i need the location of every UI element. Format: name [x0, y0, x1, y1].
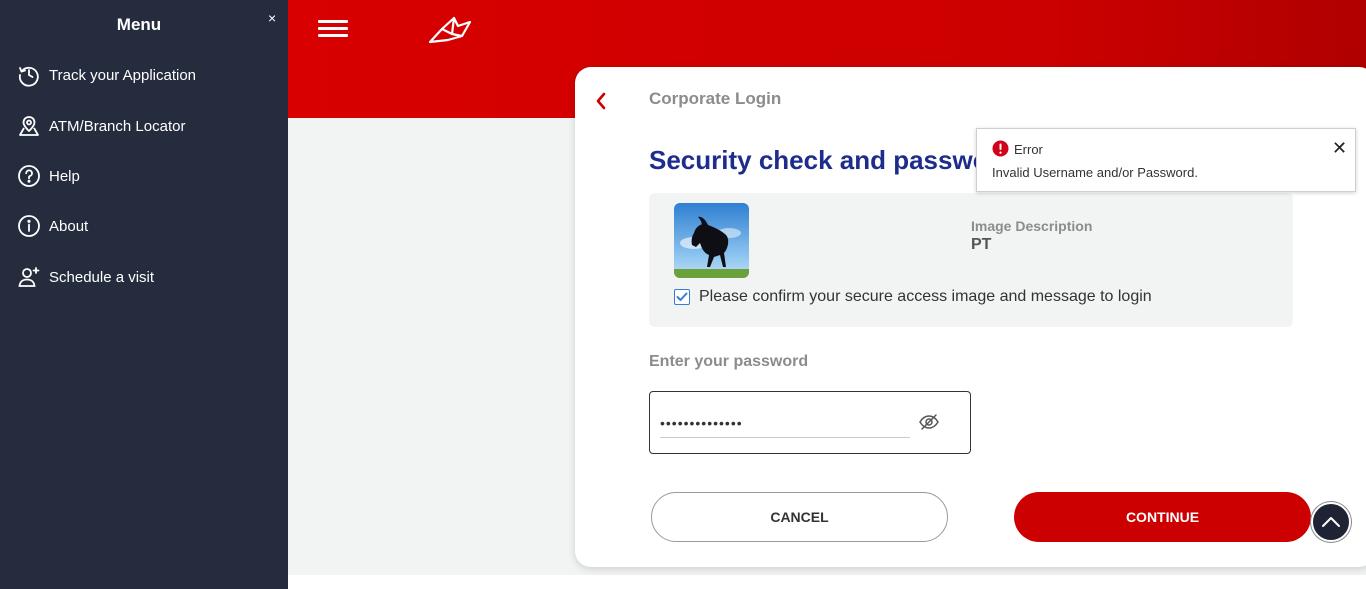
- secure-access-panel: Image Description PT Please confirm your…: [649, 193, 1293, 327]
- sidebar-item-about[interactable]: About: [17, 213, 88, 239]
- sidebar-title: Menu: [116, 15, 162, 34]
- confirm-image-checkbox[interactable]: [674, 289, 690, 305]
- password-field-container: [649, 391, 971, 454]
- sidebar-menu: Menu × Track your Application ATM/Branch…: [0, 0, 288, 589]
- toast-message: Invalid Username and/or Password.: [992, 165, 1198, 180]
- back-chevron-icon[interactable]: [593, 91, 609, 111]
- history-icon: [17, 63, 41, 87]
- error-toast: Error Invalid Username and/or Password. …: [976, 128, 1356, 192]
- image-description-label: Image Description: [971, 218, 1093, 234]
- bank-logo: [426, 12, 474, 48]
- secure-access-image: [674, 203, 749, 278]
- sidebar-item-schedule-visit[interactable]: Schedule a visit: [17, 264, 154, 290]
- sidebar-item-help[interactable]: Help: [17, 163, 80, 189]
- breadcrumb: Corporate Login: [649, 89, 782, 108]
- scroll-to-top-button[interactable]: [1311, 502, 1351, 542]
- page-title: Security check and password: [649, 145, 1015, 175]
- hide-password-eye-icon[interactable]: [918, 412, 940, 432]
- password-input[interactable]: [660, 408, 910, 438]
- help-icon: [17, 164, 41, 188]
- sidebar-item-label: About: [49, 217, 89, 235]
- sidebar-close-button[interactable]: ×: [268, 10, 276, 26]
- sidebar-item-track-application[interactable]: Track your Application: [17, 62, 196, 88]
- error-alert-icon: [992, 140, 1009, 157]
- sidebar-item-label: ATM/Branch Locator: [49, 117, 186, 135]
- bottom-strip: [288, 575, 1366, 589]
- add-person-icon: [17, 265, 41, 289]
- cancel-button[interactable]: CANCEL: [651, 492, 948, 542]
- confirm-image-row: Please confirm your secure access image …: [674, 288, 1152, 306]
- sidebar-item-label: Help: [49, 167, 80, 185]
- sidebar-item-label: Track your Application: [49, 66, 197, 84]
- hamburger-menu-icon[interactable]: [318, 20, 348, 38]
- toast-close-button[interactable]: ✕: [1332, 139, 1347, 157]
- sidebar-item-label: Schedule a visit: [49, 268, 155, 286]
- sidebar-item-atm-branch-locator[interactable]: ATM/Branch Locator: [17, 113, 185, 139]
- info-icon: [17, 214, 41, 238]
- image-description-value: PT: [971, 236, 992, 253]
- continue-button[interactable]: CONTINUE: [1014, 492, 1311, 542]
- toast-title: Error: [1014, 142, 1043, 157]
- password-label: Enter your password: [649, 353, 809, 370]
- map-pin-icon: [17, 114, 41, 138]
- confirm-image-text: Please confirm your secure access image …: [699, 288, 1152, 305]
